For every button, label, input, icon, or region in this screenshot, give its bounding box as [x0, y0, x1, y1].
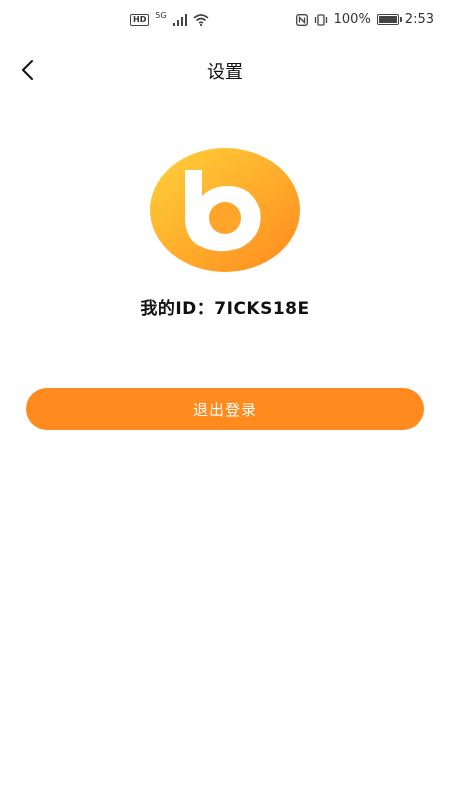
- battery-percent: 100%: [333, 12, 371, 27]
- status-left: HD 5G: [130, 10, 209, 26]
- logout-button[interactable]: 退出登录: [26, 388, 424, 430]
- nfc-icon: [295, 13, 308, 26]
- settings-screen: HD 5G 100% 2:53 设置 我的ID：7ICKS18E 退出登录: [0, 0, 450, 800]
- wifi-icon: [193, 14, 209, 26]
- nav-header: 设置: [0, 48, 450, 94]
- status-right: 100% 2:53: [295, 12, 434, 27]
- hd-badge: HD: [130, 14, 150, 26]
- network-type: 5G: [155, 10, 167, 20]
- status-time: 2:53: [404, 12, 434, 27]
- page-title: 设置: [207, 62, 243, 83]
- brand-logo-icon: [150, 148, 300, 272]
- vibrate-icon: [314, 13, 327, 26]
- signal-icon: [172, 14, 187, 26]
- battery-icon: [376, 14, 402, 25]
- user-id-label: 我的ID：7ICKS18E: [140, 299, 310, 319]
- status-bar: HD 5G 100% 2:53: [0, 0, 450, 48]
